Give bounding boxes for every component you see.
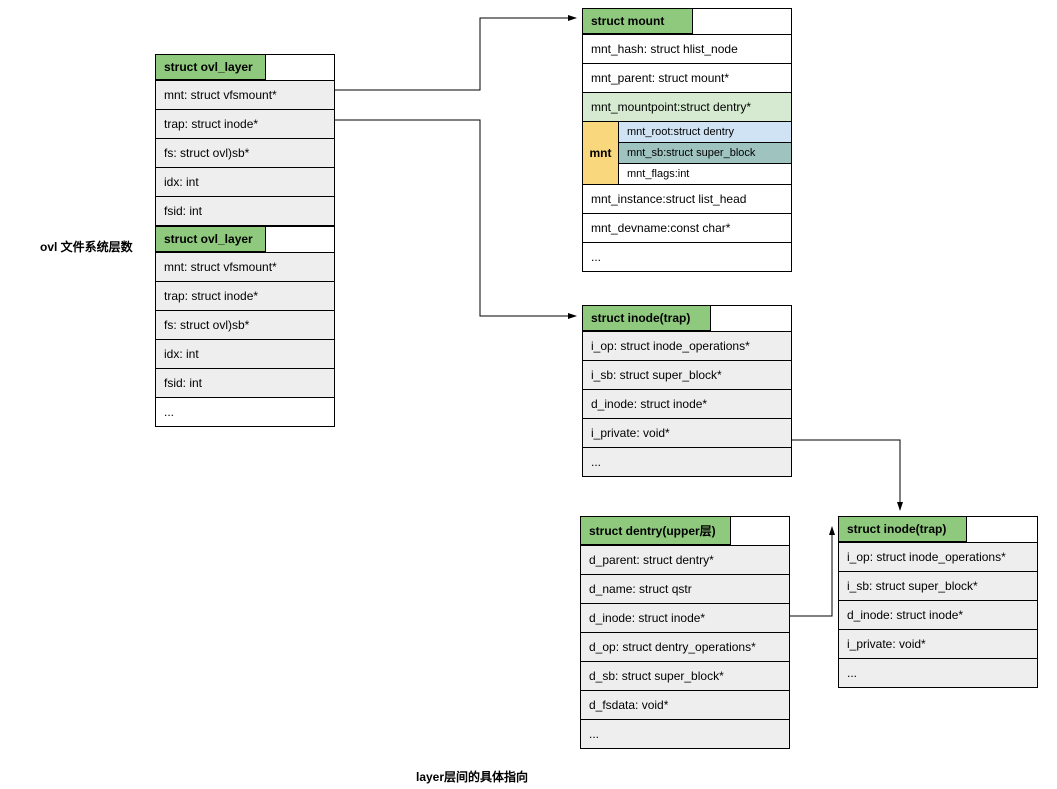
field: i_op: struct inode_operations* [583, 332, 791, 361]
struct-title: struct inode(trap) [583, 306, 711, 331]
struct-inode-trap-a: struct inode(trap) i_op: struct inode_op… [582, 305, 792, 477]
field: fs: struct ovl)sb* [156, 311, 334, 340]
field: mnt_instance:struct list_head [583, 185, 791, 214]
field: mnt: struct vfsmount* [156, 81, 334, 110]
nested-label: mnt [583, 122, 619, 184]
field: idx: int [156, 340, 334, 369]
nested-mnt: mnt mnt_root:struct dentry mnt_sb:struct… [583, 122, 791, 185]
struct-title: struct inode(trap) [839, 517, 967, 542]
field: d_op: struct dentry_operations* [581, 633, 789, 662]
field-ellipsis: ... [583, 448, 791, 476]
field: trap: struct inode* [156, 110, 334, 139]
struct-ovl-layer-a: struct ovl_layer mnt: struct vfsmount* t… [155, 54, 335, 226]
field: fs: struct ovl)sb* [156, 139, 334, 168]
field: fsid: int [156, 197, 334, 225]
field: d_inode: struct inode* [581, 604, 789, 633]
struct-inode-trap-b: struct inode(trap) i_op: struct inode_op… [838, 516, 1038, 688]
bottom-caption: layer层间的具体指向 [416, 768, 528, 785]
struct-dentry-upper: struct dentry(upper层) d_parent: struct d… [580, 516, 790, 749]
struct-title: struct mount [583, 9, 693, 34]
field: d_parent: struct dentry* [581, 546, 789, 575]
field: d_inode: struct inode* [839, 601, 1037, 630]
field: i_sb: struct super_block* [839, 572, 1037, 601]
nested-field: mnt_sb:struct super_block [619, 143, 791, 164]
field-ellipsis: ... [839, 659, 1037, 687]
field: i_op: struct inode_operations* [839, 543, 1037, 572]
struct-title: struct ovl_layer [156, 227, 266, 252]
field: mnt_devname:const char* [583, 214, 791, 243]
field: d_fsdata: void* [581, 691, 789, 720]
nested-field: mnt_root:struct dentry [619, 122, 791, 143]
field: trap: struct inode* [156, 282, 334, 311]
field: mnt_mountpoint:struct dentry* [583, 93, 791, 122]
field: fsid: int [156, 369, 334, 398]
field-ellipsis: ... [583, 243, 791, 271]
struct-title: struct ovl_layer [156, 55, 266, 80]
struct-mount: struct mount mnt_hash: struct hlist_node… [582, 8, 792, 272]
nested-field: mnt_flags:int [619, 164, 791, 184]
struct-ovl-layer-b: struct ovl_layer mnt: struct vfsmount* t… [155, 226, 335, 427]
field: idx: int [156, 168, 334, 197]
field: mnt_hash: struct hlist_node [583, 35, 791, 64]
left-label: ovl 文件系统层数 [40, 238, 133, 255]
field-ellipsis: ... [156, 398, 334, 426]
struct-title: struct dentry(upper层) [581, 517, 731, 545]
field: i_sb: struct super_block* [583, 361, 791, 390]
field: d_sb: struct super_block* [581, 662, 789, 691]
field: d_name: struct qstr [581, 575, 789, 604]
field: mnt_parent: struct mount* [583, 64, 791, 93]
field: i_private: void* [839, 630, 1037, 659]
field-ellipsis: ... [581, 720, 789, 748]
field: mnt: struct vfsmount* [156, 253, 334, 282]
field: i_private: void* [583, 419, 791, 448]
field: d_inode: struct inode* [583, 390, 791, 419]
